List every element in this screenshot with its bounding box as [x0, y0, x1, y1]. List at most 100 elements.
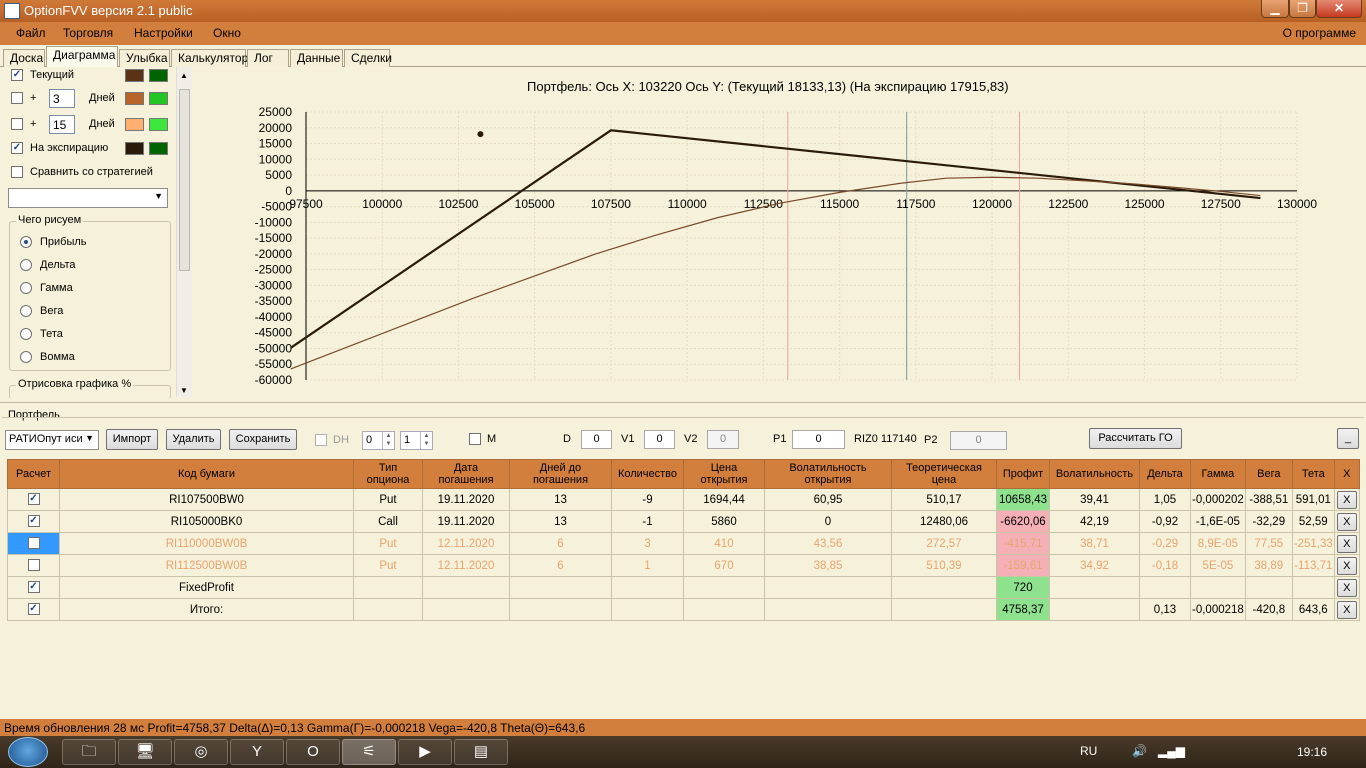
row-calc-checkbox[interactable] — [27, 559, 40, 572]
tab-log[interactable]: Лог — [247, 49, 289, 67]
scroll-thumb[interactable] — [179, 89, 190, 271]
column-header[interactable]: Волатильность открытия — [764, 459, 892, 489]
row-calc-checkbox[interactable]: ✓ — [27, 515, 40, 528]
menu-about[interactable]: О программе — [1283, 26, 1356, 40]
remove-row-button[interactable]: X — [1336, 512, 1357, 531]
calc-cell[interactable]: ✓ — [7, 576, 60, 599]
explorer-icon[interactable]: 🗀 — [62, 739, 116, 765]
d-field[interactable]: 0 — [581, 430, 612, 449]
remove-row-button[interactable]: X — [1336, 600, 1357, 619]
tab-calculator[interactable]: Калькулятор — [171, 49, 248, 67]
plus15-color-swatch[interactable] — [125, 118, 144, 131]
column-header[interactable]: Количество — [611, 459, 684, 489]
column-header[interactable]: Гамма — [1190, 459, 1246, 489]
column-header[interactable]: X — [1333, 459, 1360, 489]
current-checkbox[interactable]: ✓ — [11, 69, 23, 81]
optionfvv-icon[interactable]: ⚟ — [342, 739, 396, 765]
column-header[interactable]: Теоретическая цена — [891, 459, 997, 489]
radio-delta[interactable] — [20, 259, 32, 271]
spin-1[interactable]: 0 ▲ ▼ — [362, 431, 395, 450]
plus-days-1-input[interactable]: 3 — [49, 89, 75, 108]
row-calc-checkbox[interactable]: ✓ — [27, 581, 40, 594]
column-header[interactable]: Дельта — [1139, 459, 1191, 489]
scroll-up-icon[interactable]: ▲ — [180, 71, 188, 80]
menu-trading[interactable]: Торговля — [63, 26, 113, 40]
p2-field[interactable]: 0 — [950, 431, 1007, 450]
panel-splitter[interactable] — [0, 402, 1366, 406]
spin-1-arrows-icon[interactable]: ▲ ▼ — [382, 432, 394, 449]
remove-row-button[interactable]: X — [1336, 556, 1357, 575]
v2-field[interactable]: 0 — [707, 430, 739, 449]
plus-days-2-checkbox[interactable] — [11, 118, 23, 130]
left-panel-scrollbar[interactable]: ▲ ▼ — [176, 67, 192, 397]
calc-cell[interactable]: ✓ — [7, 510, 60, 533]
remove-row-button[interactable]: X — [1336, 534, 1357, 553]
compare-strategy-checkbox[interactable] — [11, 166, 23, 178]
language-indicator[interactable]: RU — [1080, 744, 1097, 758]
current-color-swatch[interactable] — [125, 69, 144, 82]
maximize-button[interactable]: ❐ — [1289, 0, 1316, 18]
column-header[interactable]: Цена открытия — [683, 459, 765, 489]
menu-window[interactable]: Окно — [213, 26, 241, 40]
tab-data[interactable]: Данные — [290, 49, 343, 67]
remove-row-button[interactable]: X — [1336, 490, 1357, 509]
plus3-color-swatch-2[interactable] — [149, 92, 168, 105]
tab-diagram[interactable]: Диаграмма — [46, 46, 118, 67]
column-header[interactable]: Волатильность — [1049, 459, 1140, 489]
table-row[interactable]: ✓ FixedProfit 720 X — [7, 576, 1360, 599]
calculate-margin-button[interactable]: Рассчитать ГО — [1089, 428, 1182, 449]
menu-file[interactable]: Файл — [16, 26, 46, 40]
save-button[interactable]: Сохранить — [229, 429, 297, 450]
radio-vega[interactable] — [20, 305, 32, 317]
yandex-icon[interactable]: Y — [230, 739, 284, 765]
table-row[interactable]: ✓ RI105000BK0 Call 19.11.2020 13 -1 5860 0 12480… — [7, 510, 1360, 533]
radio-gamma[interactable] — [20, 282, 32, 294]
current-color-swatch-2[interactable] — [149, 69, 168, 82]
tab-board[interactable]: Доска — [3, 49, 45, 67]
column-header[interactable]: Тета — [1291, 459, 1335, 489]
plus-days-1-checkbox[interactable] — [11, 92, 23, 104]
radio-profit[interactable] — [20, 236, 32, 248]
menu-settings[interactable]: Настройки — [134, 26, 193, 40]
strategy-select[interactable]: РАТИОпут иси ▼ — [5, 430, 99, 450]
opera-icon[interactable]: O — [286, 739, 340, 765]
network-icon[interactable]: ▂▄▆ — [1158, 744, 1185, 758]
calc-cell[interactable]: ✓ — [7, 488, 60, 511]
calc-cell[interactable] — [7, 532, 60, 555]
plus15-color-swatch-2[interactable] — [149, 118, 168, 131]
plus-days-2-input[interactable]: 15 — [49, 115, 75, 134]
column-header[interactable]: Тип опциона — [353, 459, 423, 489]
minimize-button[interactable]: ▁ — [1261, 0, 1289, 18]
calc-cell[interactable] — [7, 554, 60, 577]
portfolio-minimize-button[interactable]: _ — [1337, 428, 1359, 449]
row-calc-checkbox[interactable]: ✓ — [27, 603, 40, 616]
table-row[interactable]: RI112500BW0B Put 12.11.2020 6 1 670 38,85 510,3… — [7, 554, 1360, 577]
spin-2-arrows-icon[interactable]: ▲ ▼ — [420, 432, 432, 449]
column-header[interactable]: Дней до погашения — [509, 459, 612, 489]
chrome-icon[interactable]: ◎ — [174, 739, 228, 765]
computer-icon[interactable]: 🖥 — [118, 739, 172, 765]
expiration-checkbox[interactable]: ✓ — [11, 142, 23, 154]
column-header[interactable]: Профит — [996, 459, 1050, 489]
terminal-icon[interactable]: ▤ — [454, 739, 508, 765]
table-row[interactable]: ✓ RI107500BW0 Put 19.11.2020 13 -9 1694,44 60,9… — [7, 488, 1360, 511]
expiration-color-swatch[interactable] — [125, 142, 144, 155]
expiration-color-swatch-2[interactable] — [149, 142, 168, 155]
remove-row-button[interactable]: X — [1336, 578, 1357, 597]
tab-deals[interactable]: Сделки — [344, 49, 392, 67]
media-player-icon[interactable]: ▶ — [398, 739, 452, 765]
scroll-down-icon[interactable]: ▼ — [180, 386, 188, 395]
import-button[interactable]: Импорт — [106, 429, 158, 450]
column-header[interactable]: Дата погашения — [422, 459, 510, 489]
spin-2[interactable]: 1 ▲ ▼ — [400, 431, 433, 450]
radio-theta[interactable] — [20, 328, 32, 340]
row-calc-checkbox[interactable] — [27, 537, 40, 550]
tab-smile[interactable]: Улыбка — [119, 49, 170, 67]
start-button[interactable] — [8, 737, 48, 767]
clock[interactable]: 19:16 — [1297, 745, 1327, 759]
m-checkbox[interactable] — [469, 433, 481, 445]
p1-field[interactable]: 0 — [792, 430, 845, 449]
v1-field[interactable]: 0 — [644, 430, 675, 449]
close-button[interactable]: ✕ — [1316, 0, 1362, 18]
column-header[interactable]: Расчет — [7, 459, 60, 489]
